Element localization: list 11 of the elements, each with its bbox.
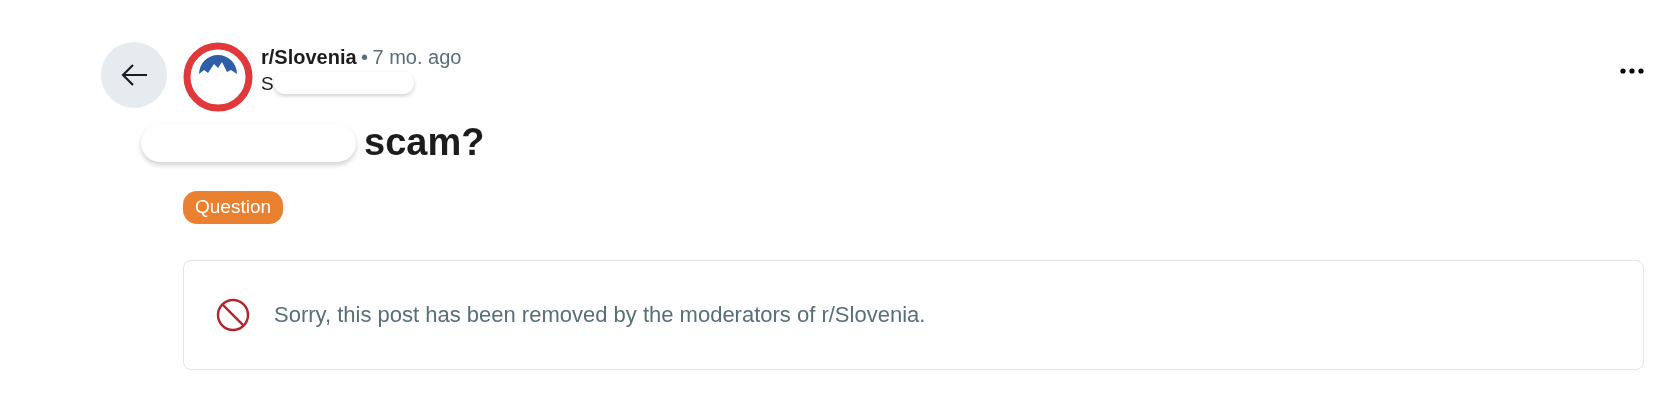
- post-flair: Question: [183, 191, 284, 224]
- post-title: scam?: [364, 120, 485, 165]
- back-arrow-icon: [120, 63, 148, 87]
- removed-message: Sorry, this post has been removed by the moderators of r/Slovenia.: [274, 301, 926, 329]
- author-link[interactable]: S: [261, 73, 274, 93]
- separator-dot: •: [361, 46, 369, 68]
- subreddit-avatar-icon[interactable]: [183, 42, 253, 112]
- subreddit-link[interactable]: r/Slovenia: [261, 46, 357, 68]
- prohibited-icon: [216, 297, 250, 332]
- more-icon: [1620, 67, 1644, 74]
- post-age: 7 mo. ago: [372, 46, 462, 68]
